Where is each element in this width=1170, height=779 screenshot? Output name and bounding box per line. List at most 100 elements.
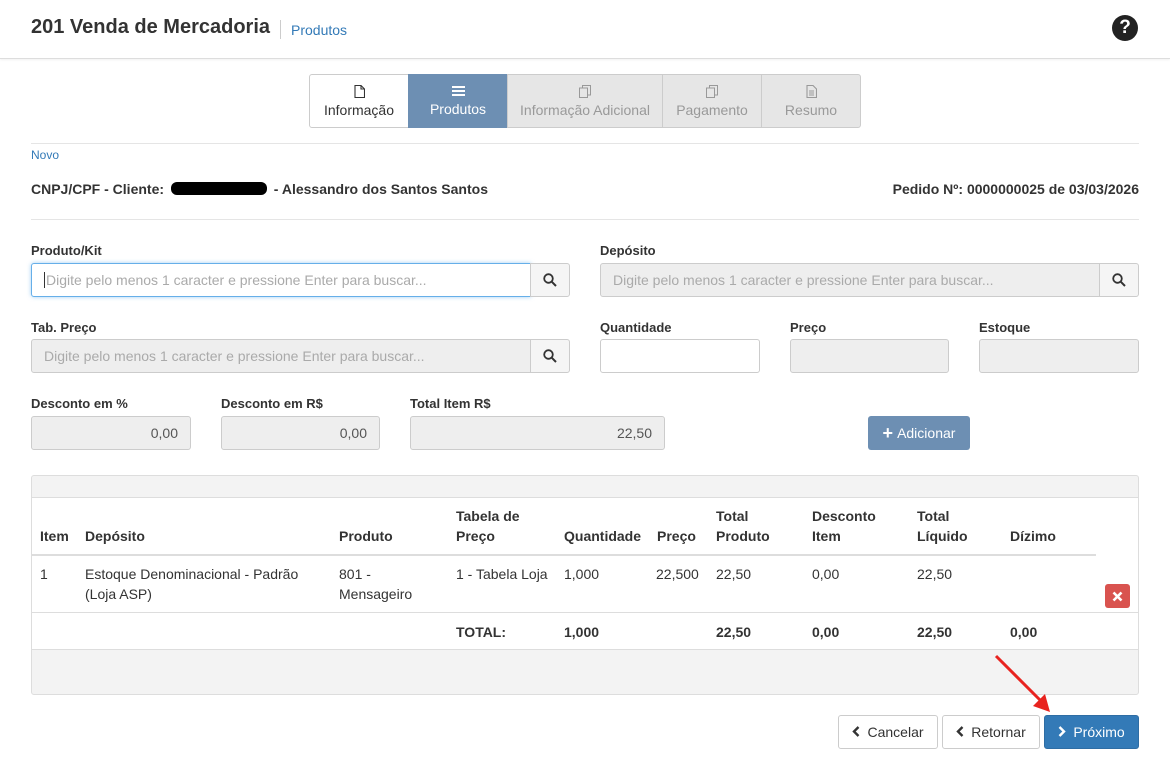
text-caret (44, 272, 45, 288)
placeholder: Digite pelo menos 1 caracter e pressione… (46, 272, 427, 288)
col-preco: Preço (657, 528, 696, 544)
placeholder: Digite pelo menos 1 caracter e pressione… (44, 348, 425, 364)
cell-preco: 22,500 (656, 566, 699, 582)
total-liquido: 22,50 (917, 624, 953, 640)
client-name: - Alessandro dos Santos Santos (273, 181, 488, 197)
file-icon (353, 84, 365, 98)
back-button[interactable]: Retornar (942, 715, 1040, 749)
tab-resumo[interactable]: Resumo (761, 74, 861, 128)
total-produto: 22,50 (716, 624, 752, 640)
cell-tabela: 1 - Tabela Loja (456, 566, 548, 582)
total-item-label: Total Item R$ (410, 396, 491, 411)
produto-kit-input[interactable]: Digite pelo menos 1 caracter e pressione… (31, 263, 531, 297)
cell-total-produto: 22,50 (716, 566, 752, 582)
breadcrumb[interactable]: Produtos (291, 22, 347, 38)
quantidade-input[interactable] (600, 339, 760, 373)
search-icon (543, 273, 557, 287)
row-divider (32, 612, 1138, 613)
col-desconto-item-line1: Desconto (812, 508, 876, 524)
tab-preco-input[interactable]: Digite pelo menos 1 caracter e pressione… (31, 339, 531, 373)
client-info: CNPJ/CPF - Cliente: - Alessandro dos San… (31, 181, 488, 197)
tab-produtos[interactable]: Produtos (408, 74, 508, 128)
tab-informacao[interactable]: Informação (309, 74, 409, 128)
placeholder: Digite pelo menos 1 caracter e pressione… (613, 272, 994, 288)
total-dizimo: 0,00 (1010, 624, 1038, 640)
total-desconto-item: 0,00 (812, 624, 840, 640)
chevron-right-icon (1058, 724, 1067, 740)
redacted-document (170, 182, 267, 195)
header-divider (32, 554, 1096, 556)
add-item-button[interactable]: + Adicionar (868, 416, 970, 450)
tab-pagamento[interactable]: Pagamento (662, 74, 762, 128)
tab-label: Informação (323, 101, 395, 118)
col-total-liquido-line2: Líquido (917, 528, 968, 544)
status-link-novo[interactable]: Novo (31, 148, 59, 162)
cancel-label: Cancelar (867, 724, 924, 740)
col-tabela-line1: Tabela de (456, 508, 520, 524)
tab-label: Produtos (429, 101, 487, 117)
order-number: Pedido Nº: 0000000025 de 03/03/2026 (892, 181, 1139, 197)
plus-icon: + (882, 423, 894, 443)
col-total-produto-line2: Produto (716, 528, 770, 544)
cancel-button[interactable]: Cancelar (838, 715, 938, 749)
col-total-produto-line1: Total (716, 508, 749, 524)
tab-preco-search-button[interactable] (530, 339, 570, 373)
col-dizimo: Dízimo (1010, 528, 1056, 544)
desconto-pct-label: Desconto em % (31, 396, 128, 411)
col-desconto-item-line2: Item (812, 528, 841, 544)
produto-kit-label: Produto/Kit (31, 243, 102, 258)
estoque-label: Estoque (979, 320, 1031, 335)
estoque-input (979, 339, 1139, 373)
quantidade-label: Quantidade (600, 320, 672, 335)
tab-label: Informação Adicional (520, 101, 650, 118)
cell-deposito-line1: Estoque Denominacional - Padrão (85, 566, 299, 582)
copy-icon (578, 84, 592, 98)
chevron-left-icon (852, 724, 860, 740)
next-label: Próximo (1073, 724, 1125, 740)
total-label: TOTAL: (456, 624, 507, 640)
divider (31, 219, 1139, 220)
back-label: Retornar (971, 724, 1026, 740)
search-icon (1112, 273, 1126, 287)
preco-input (790, 339, 949, 373)
cell-deposito-line2: (Loja ASP) (85, 586, 152, 602)
tab-informacao-adicional[interactable]: Informação Adicional (507, 74, 663, 128)
col-total-liquido-line1: Total (917, 508, 950, 524)
col-item: Item (40, 528, 69, 544)
title-separator (280, 20, 281, 39)
search-icon (543, 349, 557, 363)
col-deposito: Depósito (85, 528, 145, 544)
cell-item: 1 (40, 566, 48, 582)
total-item-input: 22,50 (410, 416, 665, 450)
cell-desconto-item: 0,00 (812, 566, 840, 582)
tab-preco-label: Tab. Preço (31, 320, 97, 335)
next-button[interactable]: Próximo (1044, 715, 1139, 749)
tab-label: Resumo (784, 101, 838, 118)
desconto-rs-input: 0,00 (221, 416, 380, 450)
remove-item-button[interactable] (1105, 584, 1130, 608)
col-produto: Produto (339, 528, 393, 544)
deposito-input[interactable]: Digite pelo menos 1 caracter e pressione… (600, 263, 1100, 297)
wizard-steps: Informação Produtos Informação Adicional… (309, 74, 861, 128)
tab-label: Pagamento (676, 101, 748, 118)
divider (31, 143, 1139, 144)
file-text-icon (805, 84, 817, 98)
cell-quantidade: 1,000 (564, 566, 600, 582)
copy-icon (705, 84, 719, 98)
add-item-label: Adicionar (897, 425, 956, 441)
produto-search-button[interactable] (530, 263, 570, 297)
cell-total-liquido: 22,50 (917, 566, 953, 582)
col-tabela-line2: Preço (456, 528, 495, 544)
col-quantidade: Quantidade (564, 528, 642, 544)
items-table-panel: Item Depósito Produto Tabela de Preço Qu… (31, 475, 1139, 695)
question-circle-icon[interactable]: ? (1112, 15, 1138, 41)
deposito-label: Depósito (600, 243, 656, 258)
deposito-search-button[interactable] (1099, 263, 1139, 297)
close-icon (1112, 591, 1123, 601)
chevron-left-icon (956, 724, 964, 740)
annotation-arrow (994, 654, 1050, 712)
cell-produto-line1: 801 - (339, 566, 371, 582)
page-header: 201 Venda de Mercadoria Produtos ? (0, 0, 1170, 59)
preco-label: Preço (790, 320, 827, 335)
total-quantidade: 1,000 (564, 624, 600, 640)
